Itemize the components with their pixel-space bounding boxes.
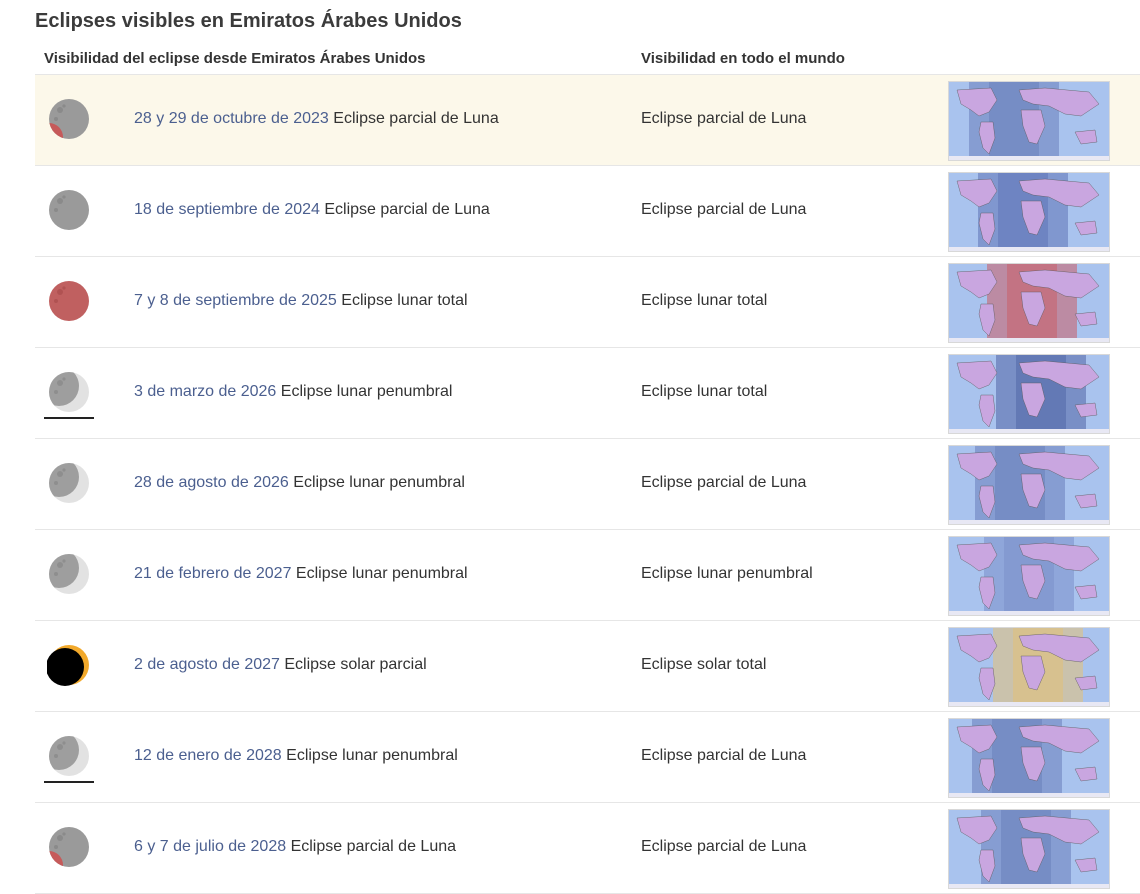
- world-map-thumbnail[interactable]: [948, 718, 1110, 798]
- page-title: Eclipses visibles en Emiratos Árabes Uni…: [35, 10, 462, 32]
- world-visibility-label: Eclipse lunar total: [641, 383, 768, 400]
- eclipse-title: 28 y 29 de octubre de 2023 Eclipse parci…: [134, 110, 499, 128]
- eclipse-type-label: Eclipse lunar penumbral: [286, 747, 458, 764]
- eclipse-date-link[interactable]: 28 y 29 de octubre de 2023: [134, 110, 329, 127]
- total-lunar-icon: [47, 279, 91, 323]
- world-visibility-label: Eclipse parcial de Luna: [641, 747, 807, 764]
- penumbral-lunar-icon: [47, 461, 91, 505]
- eclipse-table: Visibilidad del eclipse desde Emiratos Á…: [35, 44, 1140, 894]
- eclipse-date-link[interactable]: 7 y 8 de septiembre de 2025: [134, 292, 337, 309]
- eclipse-title: 2 de agosto de 2027 Eclipse solar parcia…: [134, 656, 427, 674]
- eclipse-type-label: Eclipse lunar penumbral: [293, 474, 465, 491]
- eclipse-title: 3 de marzo de 2026 Eclipse lunar penumbr…: [134, 383, 452, 401]
- penumbral-lunar-icon: [47, 552, 91, 596]
- world-visibility-label: Eclipse solar total: [641, 656, 767, 673]
- column-header-local-visibility: Visibilidad del eclipse desde Emiratos Á…: [44, 50, 426, 67]
- eclipse-type-label: Eclipse lunar total: [341, 292, 468, 309]
- world-map-thumbnail[interactable]: [948, 809, 1110, 889]
- partial-lunar-icon: [47, 97, 91, 141]
- eclipse-type-label: Eclipse parcial de Luna: [290, 838, 457, 855]
- eclipse-date-link[interactable]: 28 de agosto de 2026: [134, 474, 289, 491]
- world-visibility-label: Eclipse parcial de Luna: [641, 201, 807, 218]
- eclipse-title: 7 y 8 de septiembre de 2025 Eclipse luna…: [134, 292, 468, 310]
- world-map-thumbnail[interactable]: [948, 81, 1110, 161]
- table-row[interactable]: 28 y 29 de octubre de 2023 Eclipse parci…: [35, 75, 1140, 166]
- table-row[interactable]: 18 de septiembre de 2024 Eclipse parcial…: [35, 166, 1140, 257]
- table-row[interactable]: 6 y 7 de julio de 2028 Eclipse parcial d…: [35, 803, 1140, 894]
- eclipse-date-link[interactable]: 12 de enero de 2028: [134, 747, 282, 764]
- eclipse-type-label: Eclipse solar parcial: [284, 656, 427, 673]
- penumbral-lunar-icon: [47, 734, 91, 778]
- eclipse-type-label: Eclipse parcial de Luna: [324, 201, 490, 218]
- table-row[interactable]: 7 y 8 de septiembre de 2025 Eclipse luna…: [35, 257, 1140, 348]
- eclipse-type-label: Eclipse lunar penumbral: [295, 565, 468, 582]
- world-visibility-label: Eclipse lunar total: [641, 292, 768, 309]
- table-row[interactable]: 28 de agosto de 2026 Eclipse lunar penum…: [35, 439, 1140, 530]
- world-map-thumbnail[interactable]: [948, 536, 1110, 616]
- eclipse-title: 21 de febrero de 2027 Eclipse lunar penu…: [134, 565, 468, 583]
- eclipse-title: 18 de septiembre de 2024 Eclipse parcial…: [134, 201, 490, 219]
- world-map-thumbnail[interactable]: [948, 445, 1110, 525]
- world-visibility-label: Eclipse lunar penumbral: [641, 565, 813, 582]
- penumbral-lunar-icon: [47, 370, 91, 414]
- horizon-line-icon: [44, 417, 94, 419]
- gray-moon-icon: [47, 188, 91, 232]
- eclipse-date-link[interactable]: 18 de septiembre de 2024: [134, 201, 320, 218]
- horizon-line-icon: [44, 781, 94, 783]
- eclipse-title: 28 de agosto de 2026 Eclipse lunar penum…: [134, 474, 465, 492]
- partial-lunar-icon: [47, 825, 91, 869]
- eclipse-type-label: Eclipse parcial de Luna: [333, 110, 499, 127]
- world-map-thumbnail[interactable]: [948, 172, 1110, 252]
- eclipse-date-link[interactable]: 6 y 7 de julio de 2028: [134, 838, 286, 855]
- table-row[interactable]: 3 de marzo de 2026 Eclipse lunar penumbr…: [35, 348, 1140, 439]
- table-row[interactable]: 2 de agosto de 2027 Eclipse solar parcia…: [35, 621, 1140, 712]
- table-row[interactable]: 12 de enero de 2028 Eclipse lunar penumb…: [35, 712, 1140, 803]
- world-visibility-label: Eclipse parcial de Luna: [641, 474, 807, 491]
- table-header: Visibilidad del eclipse desde Emiratos Á…: [35, 44, 1140, 75]
- world-map-thumbnail[interactable]: [948, 263, 1110, 343]
- world-visibility-label: Eclipse parcial de Luna: [641, 838, 807, 855]
- world-map-thumbnail[interactable]: [948, 354, 1110, 434]
- partial-solar-icon: [47, 643, 91, 687]
- world-map-thumbnail[interactable]: [948, 627, 1110, 707]
- eclipse-title: 12 de enero de 2028 Eclipse lunar penumb…: [134, 747, 458, 765]
- table-body: 28 y 29 de octubre de 2023 Eclipse parci…: [35, 75, 1140, 894]
- column-header-world-visibility: Visibilidad en todo el mundo: [641, 50, 845, 67]
- eclipse-date-link[interactable]: 21 de febrero de 2027: [134, 565, 291, 582]
- eclipse-title: 6 y 7 de julio de 2028 Eclipse parcial d…: [134, 838, 456, 856]
- eclipse-date-link[interactable]: 3 de marzo de 2026: [134, 383, 276, 400]
- eclipse-type-label: Eclipse lunar penumbral: [280, 383, 453, 400]
- table-row[interactable]: 21 de febrero de 2027 Eclipse lunar penu…: [35, 530, 1140, 621]
- world-visibility-label: Eclipse parcial de Luna: [641, 110, 807, 127]
- eclipse-date-link[interactable]: 2 de agosto de 2027: [134, 656, 280, 673]
